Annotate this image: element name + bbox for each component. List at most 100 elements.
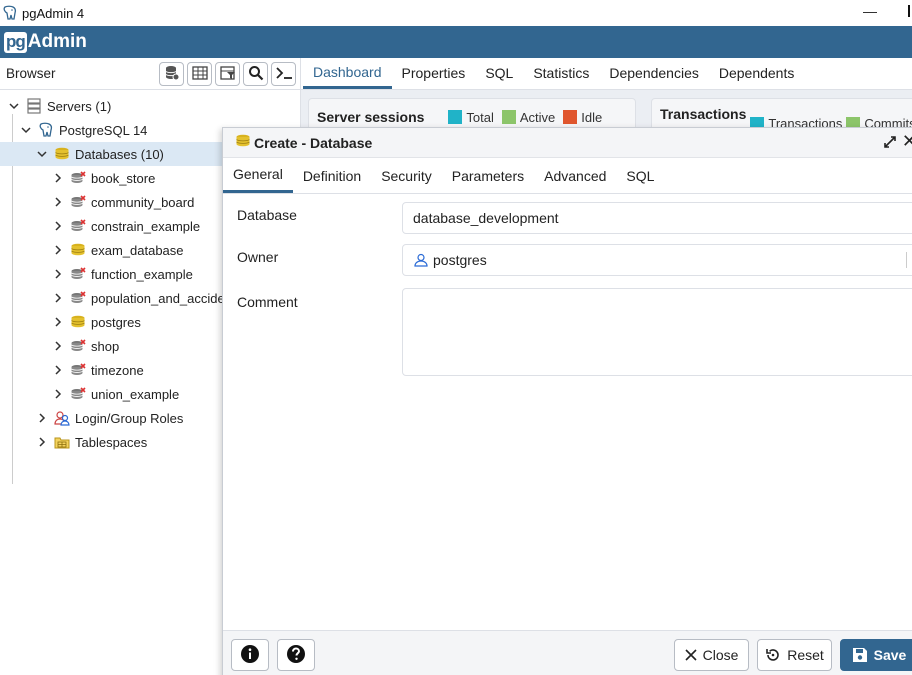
select-separator xyxy=(906,252,907,268)
window-title: pgAdmin 4 xyxy=(22,5,85,21)
close-button[interactable]: Close xyxy=(674,639,749,671)
help-icon xyxy=(286,644,306,667)
database-disconnected-icon xyxy=(70,266,86,282)
owner-select[interactable]: postgres xyxy=(402,244,912,276)
save-button[interactable]: Save xyxy=(840,639,912,671)
chevron-right-icon[interactable] xyxy=(36,436,48,448)
window-titlebar: pgAdmin 4 — xyxy=(0,0,912,26)
dialog-title: Create - Database xyxy=(254,134,373,151)
tree-item-label: population_and_accide xyxy=(91,290,225,306)
owner-label: Owner xyxy=(237,249,279,265)
chevron-right-icon[interactable] xyxy=(52,220,64,232)
query-tool-button[interactable] xyxy=(159,62,184,86)
table-icon xyxy=(191,65,208,83)
tree-item-label: postgres xyxy=(91,314,141,330)
chevron-down-icon[interactable] xyxy=(36,148,48,160)
database-icon xyxy=(70,242,86,258)
legend-idle: Idle xyxy=(563,110,602,125)
tab-definition[interactable]: Definition xyxy=(293,158,371,193)
logo-pg: pg xyxy=(4,31,27,53)
expand-icon[interactable] xyxy=(883,135,897,152)
owner-field-row: Owner postgres xyxy=(223,244,912,278)
legend-total: Total xyxy=(448,109,494,125)
chevron-right-icon[interactable] xyxy=(52,364,64,376)
chevron-right-icon[interactable] xyxy=(52,196,64,208)
tab-dependents[interactable]: Dependents xyxy=(709,57,805,89)
info-button[interactable] xyxy=(231,639,269,671)
tab-dashboard[interactable]: Dashboard xyxy=(303,57,392,89)
tab-general[interactable]: General xyxy=(223,158,293,193)
close-icon xyxy=(685,649,697,661)
chevron-down-icon[interactable] xyxy=(8,100,20,112)
legend-swatch-active xyxy=(501,110,516,124)
browser-toolbar xyxy=(159,62,296,86)
tab-parameters[interactable]: Parameters xyxy=(442,158,534,193)
database-disconnected-icon xyxy=(70,194,86,210)
filtered-rows-button[interactable] xyxy=(215,62,240,86)
legend-swatch-idle xyxy=(563,110,578,124)
chevron-right-icon[interactable] xyxy=(52,340,64,352)
legend-label: Total xyxy=(466,109,494,125)
tree-item-label: shop xyxy=(91,338,120,354)
tab-sql[interactable]: SQL xyxy=(475,57,523,89)
comment-label: Comment xyxy=(237,294,298,310)
tab-properties[interactable]: Properties xyxy=(392,57,476,89)
database-label: Database xyxy=(237,207,297,223)
tab-security[interactable]: Security xyxy=(371,158,442,193)
help-button[interactable] xyxy=(277,639,315,671)
servers-icon xyxy=(26,98,42,114)
chevron-right-icon[interactable] xyxy=(52,268,64,280)
dialog-titlebar[interactable]: Create - Database ✕ xyxy=(223,128,912,158)
tree-item-label: Tablespaces xyxy=(75,434,148,450)
search-icon xyxy=(248,65,264,84)
save-label: Save xyxy=(873,647,907,663)
maximize-button[interactable] xyxy=(908,5,912,17)
chevron-right-icon[interactable] xyxy=(52,316,64,328)
reset-button[interactable]: Reset xyxy=(757,639,832,671)
tab-statistics[interactable]: Statistics xyxy=(523,57,599,89)
save-icon xyxy=(852,647,868,663)
tree-item-servers[interactable]: Servers (1) xyxy=(0,94,300,118)
tablespaces-icon xyxy=(54,434,70,450)
legend-active: Active xyxy=(501,109,556,125)
search-objects-button[interactable] xyxy=(243,62,268,86)
database-field-row: Database database_development xyxy=(223,202,912,236)
close-icon[interactable]: ✕ xyxy=(902,131,912,152)
transactions-title: Transactions xyxy=(660,106,747,122)
legend-label: Active xyxy=(519,109,556,125)
tree-item-label: exam_database xyxy=(91,242,184,258)
dialog-tabs: General Definition Security Parameters A… xyxy=(223,158,912,194)
comment-textarea[interactable] xyxy=(402,288,912,376)
tab-dialog-sql[interactable]: SQL xyxy=(616,158,664,193)
chevron-right-icon[interactable] xyxy=(52,244,64,256)
terminal-icon xyxy=(275,66,293,83)
tree-item-label: constrain_example xyxy=(91,218,201,234)
tab-advanced[interactable]: Advanced xyxy=(534,158,616,193)
logo-admin: Admin xyxy=(27,31,87,52)
info-icon xyxy=(240,644,260,667)
tree-item-label: Servers (1) xyxy=(47,98,112,114)
chevron-right-icon[interactable] xyxy=(36,412,48,424)
psql-tool-button[interactable] xyxy=(271,62,296,86)
tree-item-label: union_example xyxy=(91,386,180,402)
brand-bar: pg Admin xyxy=(0,26,912,58)
database-disconnected-icon xyxy=(70,386,86,402)
view-data-button[interactable] xyxy=(187,62,212,86)
tab-dependencies[interactable]: Dependencies xyxy=(599,57,709,89)
user-icon xyxy=(413,253,429,267)
database-disconnected-icon xyxy=(70,362,86,378)
browser-header: Browser xyxy=(0,58,300,90)
tree-item-label: book_store xyxy=(91,170,156,186)
chevron-down-icon[interactable] xyxy=(20,124,32,136)
roles-icon xyxy=(54,410,70,426)
legend-label: Idle xyxy=(581,109,603,125)
database-disconnected-icon xyxy=(70,218,86,234)
database-disconnected-icon xyxy=(70,338,86,354)
tree-item-label: Databases (10) xyxy=(75,146,164,162)
chevron-right-icon[interactable] xyxy=(52,172,64,184)
minimize-button[interactable]: — xyxy=(862,2,878,20)
chevron-right-icon[interactable] xyxy=(52,292,64,304)
database-name-input[interactable]: database_development xyxy=(402,202,912,234)
elephant-icon xyxy=(2,5,18,21)
chevron-right-icon[interactable] xyxy=(52,388,64,400)
